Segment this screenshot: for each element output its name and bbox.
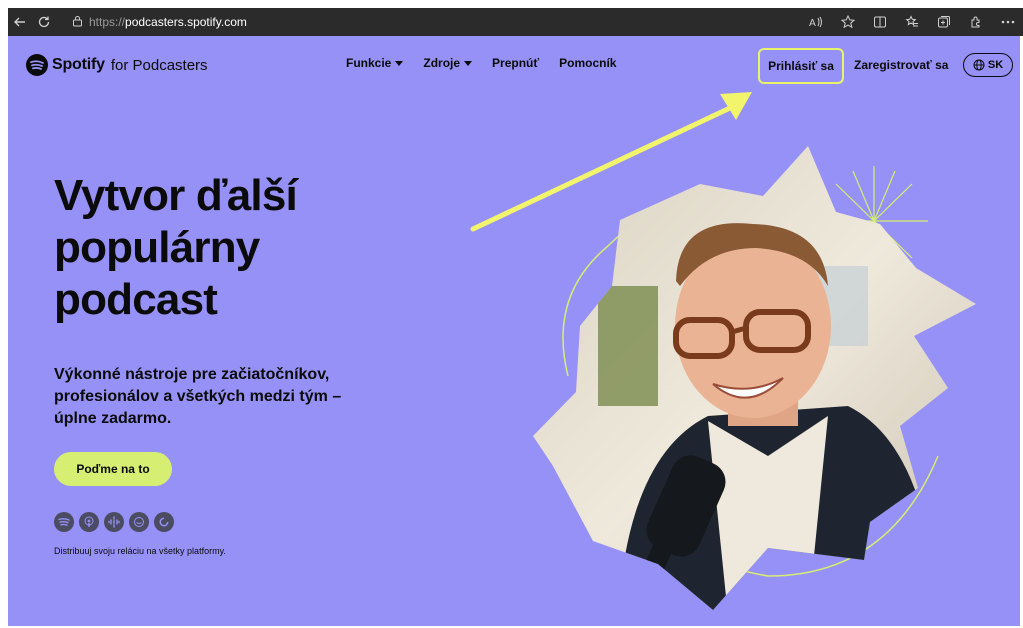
language-selector[interactable]: SK (963, 53, 1013, 77)
menu-item-label: Pomocník (559, 56, 617, 70)
google-podcasts-icon (104, 512, 124, 532)
decorative-curve (562, 215, 649, 377)
url-host: podcasters.spotify.com (125, 15, 247, 29)
hero-headline: Vytvor ďalší populárny podcast (54, 170, 434, 326)
read-aloud-icon[interactable]: A (807, 13, 825, 31)
menu-item-zdroje[interactable]: Zdroje (423, 56, 473, 70)
favorites-icon[interactable] (903, 13, 921, 31)
menu-item-label: Funkcie (346, 56, 392, 70)
refresh-icon[interactable] (32, 10, 56, 34)
browser-toolbar: https://podcasters.spotify.com A (8, 8, 1023, 36)
svg-text:A: A (809, 18, 816, 29)
main-menu: Funkcie Zdroje Prepnúť Pomocník (346, 56, 616, 70)
spotify-for-podcasters-logo[interactable]: Spotify for Podcasters (26, 54, 208, 76)
globe-icon (973, 59, 985, 71)
menu-item-pomocnik[interactable]: Pomocník (559, 56, 616, 70)
url-protocol: https:// (89, 15, 126, 29)
menu-item-label: Zdroje (423, 56, 461, 70)
platforms-caption: Distribuuj svoju reláciu na všetky platf… (54, 546, 226, 556)
page-viewport: Spotify for Podcasters Funkcie Zdroje Pr… (8, 36, 1020, 626)
subtitle-line: Výkonné nástroje pre začiatočníkov, (54, 366, 330, 383)
signup-link[interactable]: Zaregistrovať sa (854, 58, 948, 72)
menu-item-prepnut[interactable]: Prepnúť (492, 56, 539, 70)
amazon-music-icon (129, 512, 149, 532)
extensions-icon[interactable] (967, 13, 985, 31)
apple-podcasts-icon (79, 512, 99, 532)
back-arrow-icon[interactable] (8, 10, 32, 34)
annotation-arrow (470, 92, 752, 232)
menu-item-label: Prepnúť (492, 56, 540, 70)
headline-line: populárny (54, 223, 260, 272)
subtitle-line: úplne zadarmo. (54, 410, 172, 427)
logo-brand: Spotify (52, 56, 105, 73)
spotify-logo-icon (26, 54, 48, 76)
split-view-icon[interactable] (871, 13, 889, 31)
spotify-icon (54, 512, 74, 532)
headline-line: podcast (54, 275, 218, 324)
login-button[interactable]: Prihlásiť sa (758, 48, 844, 84)
sparkle-icon (820, 166, 928, 276)
lock-icon (72, 15, 83, 30)
subtitle-line: profesionálov a všetkých medzi tým – (54, 388, 342, 405)
logo-suffix: for Podcasters (110, 56, 208, 74)
menu-item-funkcie[interactable]: Funkcie (346, 56, 404, 70)
language-code: SK (987, 59, 1004, 71)
collections-icon[interactable] (935, 13, 953, 31)
headline-line: Vytvor ďalší (54, 171, 298, 220)
hero-illustration (470, 92, 976, 610)
star-icon[interactable] (839, 13, 857, 31)
address-bar[interactable]: https://podcasters.spotify.com (64, 11, 584, 33)
top-navigation: Spotify for Podcasters Funkcie Zdroje Pr… (8, 36, 1020, 96)
get-started-button[interactable]: Poďme na to (54, 452, 172, 486)
caret-down-icon (464, 60, 473, 66)
pocket-casts-icon (154, 512, 174, 532)
platform-icons (54, 512, 174, 532)
more-icon[interactable] (999, 13, 1017, 31)
host-photo (533, 146, 976, 610)
caret-down-icon (395, 60, 404, 66)
hero-subtitle: Výkonné nástroje pre začiatočníkov, prof… (54, 364, 374, 430)
